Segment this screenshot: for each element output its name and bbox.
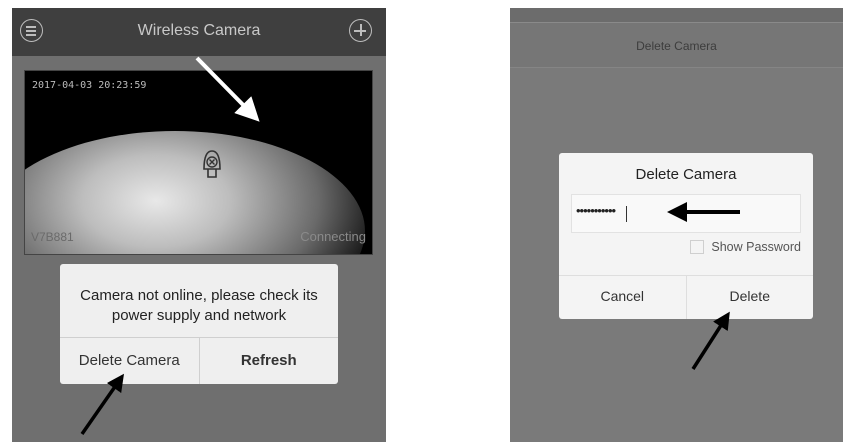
show-password-toggle[interactable]: Show Password [690,240,801,254]
delete-button[interactable]: Delete [685,276,814,319]
left-screen: Wireless Camera 2017-04-03 20:23:59 V7B8… [12,8,386,442]
checkbox-icon[interactable] [690,240,705,254]
camera-offline-dialog: Camera not online, please check its powe… [60,264,338,384]
dialog-message: Camera not online, please check its powe… [80,287,318,324]
app-title: Wireless Camera [137,22,261,39]
header-bar: Delete Camera [510,23,843,68]
camera-offline-icon [203,150,221,178]
text-caret [626,206,627,222]
header-title: Delete Camera [636,39,717,53]
dialog-title: Delete Camera [635,166,737,183]
show-password-label: Show Password [711,240,801,254]
cancel-button[interactable]: Cancel [559,276,686,319]
dialog-button-row: Delete Camera Refresh [60,337,338,384]
dialog-button-row: Cancel Delete [559,275,813,319]
top-bar: Wireless Camera [12,8,386,56]
delete-camera-button[interactable]: Delete Camera [60,338,199,384]
connection-status: Connecting [300,229,366,244]
delete-camera-dialog: Delete Camera ••••••••••• Show Password … [559,153,813,319]
refresh-button[interactable]: Refresh [198,338,339,384]
add-icon[interactable] [349,19,372,42]
video-timestamp: 2017-04-03 20:23:59 [32,80,147,91]
right-screen: Delete Camera Delete Camera ••••••••••• … [510,8,843,442]
password-input[interactable]: ••••••••••• [571,194,801,233]
camera-id-label: V7B881 [31,230,74,244]
camera-video-preview[interactable]: 2017-04-03 20:23:59 V7B881 Connecting [24,70,373,255]
status-strip [510,8,843,23]
password-value: ••••••••••• [576,203,616,218]
